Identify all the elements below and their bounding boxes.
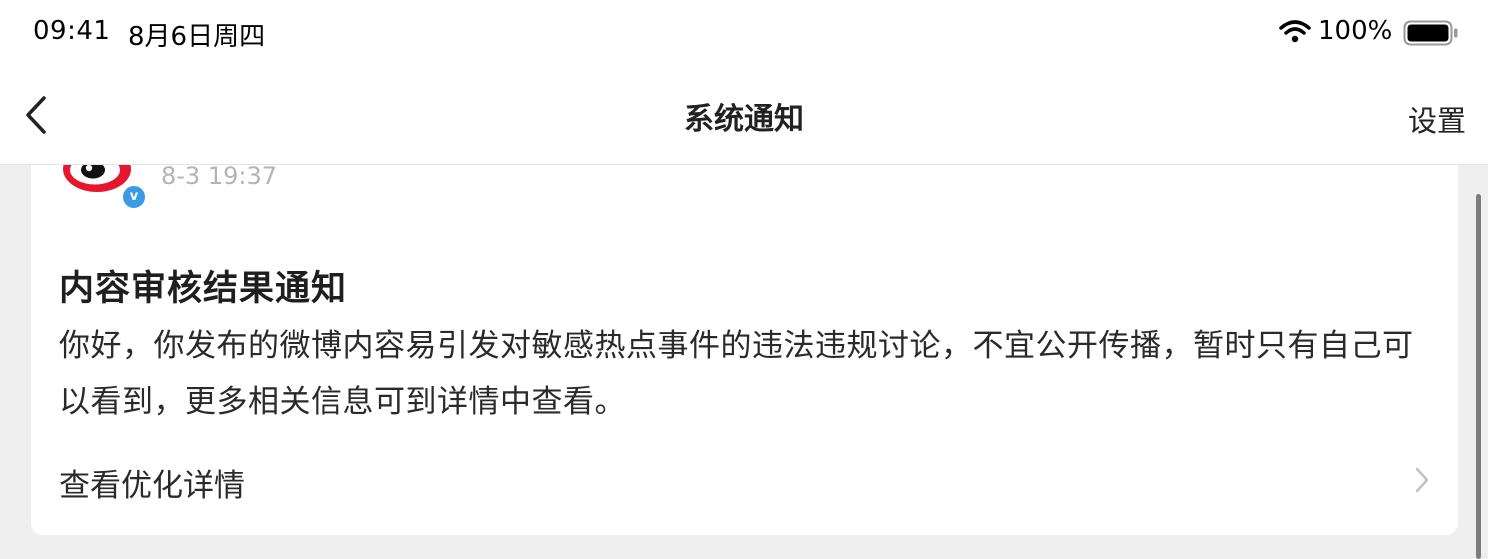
status-time: 09:41 bbox=[33, 16, 111, 46]
view-details-link[interactable]: 查看优化详情 bbox=[31, 436, 1458, 522]
verified-badge: v bbox=[121, 184, 147, 210]
status-date: 8月6日周四 bbox=[128, 22, 266, 52]
status-bar: 09:41 8月6日周四 100% bbox=[0, 0, 1488, 66]
wifi-icon bbox=[1279, 20, 1311, 43]
notification-body: 你好，你发布的微博内容易引发对敏感热点事件的违法违规讨论，不宜公开传播，暂时只有… bbox=[59, 328, 1414, 420]
notification-list[interactable]: v 8-3 19:37 内容审核结果通知 你好，你发布的微博内容易引发对敏感热点… bbox=[0, 164, 1488, 559]
notification-title: 内容审核结果通知 bbox=[59, 269, 348, 309]
battery-icon bbox=[1403, 20, 1458, 46]
battery-percentage: 100% bbox=[1318, 16, 1393, 46]
notification-card: v 8-3 19:37 内容审核结果通知 你好，你发布的微博内容易引发对敏感热点… bbox=[31, 164, 1458, 535]
view-details-label: 查看优化详情 bbox=[59, 468, 245, 504]
chevron-right-icon bbox=[1415, 467, 1429, 493]
nav-bar: 系统通知 设置 bbox=[0, 66, 1488, 165]
notification-timestamp: 8-3 19:37 bbox=[161, 164, 277, 190]
scrollbar[interactable] bbox=[1476, 194, 1481, 559]
settings-button[interactable]: 设置 bbox=[1408, 98, 1466, 140]
page-title: 系统通知 bbox=[684, 102, 804, 137]
